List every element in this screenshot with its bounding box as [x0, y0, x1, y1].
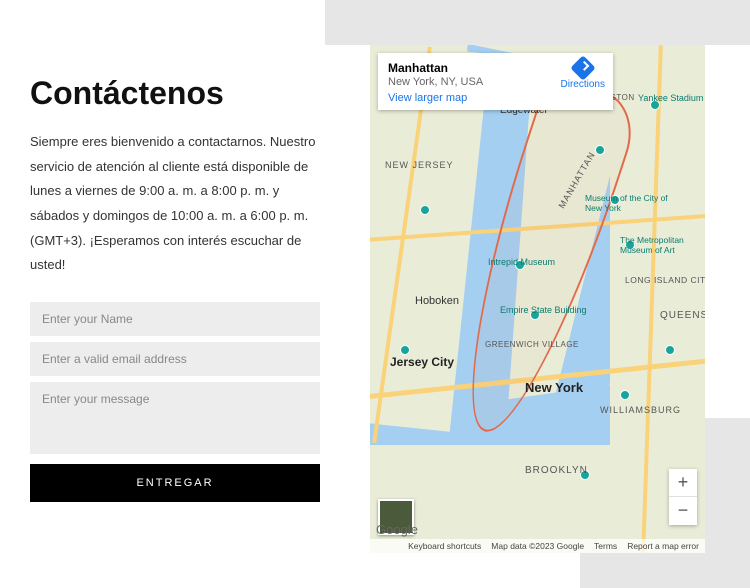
report-error-link[interactable]: Report a map error [627, 541, 699, 551]
map-pin [420, 205, 430, 215]
map-pin [610, 195, 620, 205]
message-input[interactable] [30, 382, 320, 454]
map-pin [665, 345, 675, 355]
map-pin [515, 260, 525, 270]
directions-icon [570, 55, 595, 80]
map-pin [530, 310, 540, 320]
keyboard-shortcuts-link[interactable]: Keyboard shortcuts [408, 541, 481, 551]
map-data-text: Map data ©2023 Google [491, 541, 584, 551]
label-new-york: New York [525, 380, 583, 395]
submit-button[interactable]: ENTREGAR [30, 464, 320, 502]
map-pin [620, 390, 630, 400]
zoom-in-button[interactable]: + [669, 469, 697, 497]
contact-section: Contáctenos Siempre eres bienvenido a co… [30, 75, 320, 502]
map-info-card: Manhattan New York, NY, USA View larger … [378, 53, 613, 110]
zoom-control: + − [669, 469, 697, 525]
page-title: Contáctenos [30, 75, 320, 112]
view-larger-link[interactable]: View larger map [388, 92, 467, 104]
map-footer: Keyboard shortcuts Map data ©2023 Google… [370, 539, 705, 553]
map-pin [595, 145, 605, 155]
directions-label: Directions [561, 79, 605, 90]
map-pin [400, 345, 410, 355]
label-jersey-city: Jersey City [390, 355, 454, 369]
map-pin [625, 240, 635, 250]
zoom-out-button[interactable]: − [669, 497, 697, 525]
email-input[interactable] [30, 342, 320, 376]
map-pin [650, 100, 660, 110]
label-manhattan-nb: MANHATTAN [557, 150, 597, 210]
map-pin [580, 470, 590, 480]
google-logo: Google [376, 522, 418, 537]
terms-link[interactable]: Terms [594, 541, 617, 551]
decor-top [325, 0, 750, 45]
contact-description: Siempre eres bienvenido a contactarnos. … [30, 130, 320, 278]
map-canvas[interactable]: New York Jersey City Hoboken BROOKLYN QU… [370, 45, 705, 553]
directions-button[interactable]: Directions [561, 59, 605, 90]
map-embed[interactable]: New York Jersey City Hoboken BROOKLYN QU… [370, 45, 705, 553]
name-input[interactable] [30, 302, 320, 336]
